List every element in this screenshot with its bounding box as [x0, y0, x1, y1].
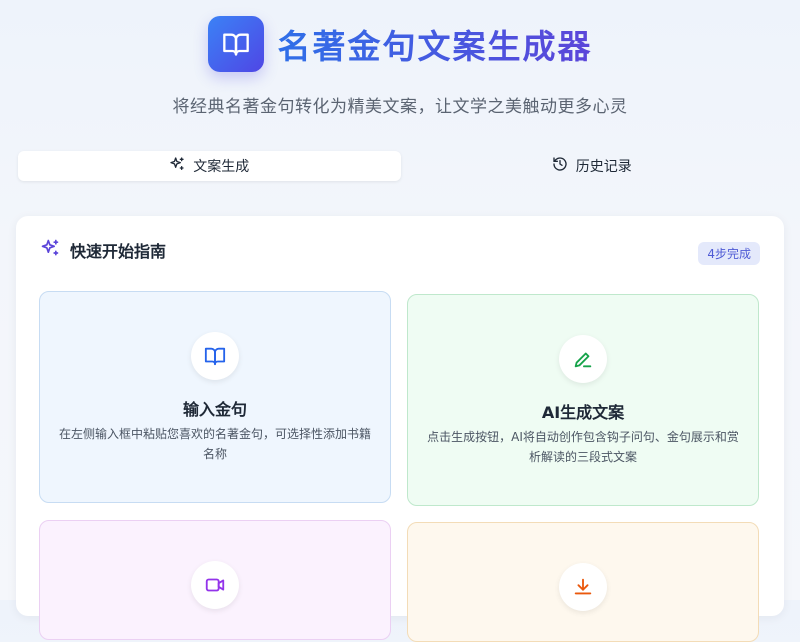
step-title: AI生成文案 [541, 403, 625, 422]
sparkles-icon [40, 238, 60, 262]
history-icon [552, 156, 568, 176]
tab-history[interactable]: 历史记录 [401, 148, 784, 184]
pencil-icon [559, 335, 607, 383]
step-desc: 点击生成按钮，AI将自动创作包含钩子问句、金句展示和赏析解读的三段式文案 [427, 430, 739, 464]
step-desc: 在左侧输入框中粘贴您喜欢的名著金句，可选择性添加书籍名称 [58, 427, 371, 461]
step-title: 输入金句 [182, 400, 247, 419]
video-icon [191, 561, 239, 609]
app-header: 名著金句文案生成器 [0, 14, 800, 74]
page-title: 名著金句文案生成器 [278, 20, 593, 68]
tab-bar: 文案生成 历史记录 [18, 148, 783, 184]
quick-start-card: 快速开始指南 4步完成 输入金句 在左侧输入框中粘贴您喜欢的名著金句，可选择性添… [16, 216, 784, 642]
page-subtitle: 将经典名著金句转化为精美文案，让文学之美触动更多心灵 [172, 97, 628, 117]
step-card-download [407, 522, 759, 642]
book-open-icon [207, 16, 264, 72]
step-card-input: 输入金句 在左侧输入框中粘贴您喜欢的名著金句，可选择性添加书籍名称 [39, 291, 391, 503]
tab-history-label: 历史记录 [575, 159, 632, 175]
steps-badge: 4步完成 [698, 242, 760, 265]
quick-start-title: 快速开始指南 [70, 242, 167, 261]
download-icon [559, 563, 607, 611]
step-card-video [39, 520, 391, 640]
step-card-generate: AI生成文案 点击生成按钮，AI将自动创作包含钩子问句、金句展示和赏析解读的三段… [407, 294, 759, 506]
tab-generate-label: 文案生成 [193, 159, 250, 175]
book-open-icon [191, 332, 239, 380]
tab-generate[interactable]: 文案生成 [18, 151, 401, 181]
quick-start-header: 快速开始指南 [40, 238, 166, 262]
sparkles-icon [169, 156, 185, 176]
